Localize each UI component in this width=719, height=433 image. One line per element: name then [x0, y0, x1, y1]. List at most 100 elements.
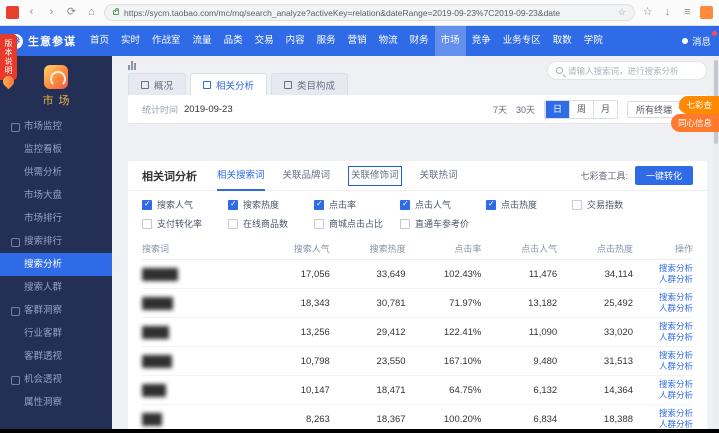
nav-item[interactable]: 品类 — [218, 26, 249, 56]
download-icon[interactable]: ↓ — [660, 5, 675, 20]
sidebar-item[interactable]: 供需分析 — [0, 161, 112, 184]
sidebar-item[interactable]: 客群透视 — [0, 345, 112, 368]
nav-item[interactable]: 首页 — [84, 26, 115, 56]
click-rate-value: 100.20% — [406, 414, 482, 425]
nav-item[interactable]: 物流 — [373, 26, 404, 56]
messages-button[interactable]: 消息 — [682, 34, 711, 48]
sidebar-item[interactable]: 搜索分析 — [0, 253, 112, 276]
checkbox-icon[interactable] — [228, 200, 238, 210]
word-tab[interactable]: 关联修饰词 — [348, 166, 402, 186]
nav-item[interactable]: 财务 — [404, 26, 435, 56]
brand[interactable]: 参 生意参谋 — [8, 33, 76, 49]
metric-checkbox[interactable]: 点击热度 — [486, 198, 572, 211]
metric-checkbox[interactable]: 搜索人气 — [142, 198, 228, 211]
sidebar-item[interactable]: 搜索人群 — [0, 276, 112, 299]
metric-checkbox[interactable]: 点击率 — [314, 198, 400, 211]
word-tab[interactable]: 相关搜索词 — [217, 161, 265, 191]
metric-checkbox[interactable]: 在线商品数 — [228, 217, 314, 230]
page-tab[interactable]: 类目构成 — [271, 73, 348, 95]
range-7d[interactable]: 7天 — [493, 103, 507, 116]
search-analysis-link[interactable]: 搜索分析 — [633, 263, 693, 274]
sidebar-item[interactable]: 搜索排行 — [0, 230, 112, 253]
back-icon[interactable]: ‹ — [24, 5, 39, 20]
bookmark-star-icon[interactable]: ☆ — [618, 7, 626, 18]
one-click-convert-button[interactable]: 一键转化 — [635, 166, 693, 185]
nav-item[interactable]: 流量 — [187, 26, 218, 56]
stat-date[interactable]: 2019-09-23 — [184, 104, 233, 115]
metric-checkbox[interactable]: 交易指数 — [572, 198, 658, 211]
nav-item[interactable]: 业务专区 — [497, 26, 547, 56]
col-search-popularity[interactable]: 搜索人气 — [254, 242, 330, 255]
checkbox-icon[interactable] — [486, 200, 496, 210]
version-note-tag[interactable]: 版本说明 — [0, 34, 17, 80]
metric-checkbox[interactable]: 商城点击占比 — [314, 217, 400, 230]
checkbox-icon[interactable] — [314, 219, 324, 229]
metric-checkbox[interactable]: 搜索热度 — [228, 198, 314, 211]
crowd-analysis-link[interactable]: 人群分析 — [633, 361, 693, 372]
nav-item[interactable]: 交易 — [249, 26, 280, 56]
word-tab[interactable]: 关联热词 — [420, 161, 458, 191]
checkbox-icon[interactable] — [142, 200, 152, 210]
nav-item[interactable]: 营销 — [342, 26, 373, 56]
menu-icon[interactable]: ≡ — [680, 5, 695, 20]
sidebar-item[interactable]: 机会透视 — [0, 368, 112, 391]
crowd-analysis-link[interactable]: 人群分析 — [633, 390, 693, 401]
qicaicha-plugin-tag[interactable]: 七彩查 — [679, 96, 719, 114]
nav-item[interactable]: 竞争 — [466, 26, 497, 56]
nav-item[interactable]: 实时 — [115, 26, 146, 56]
search-analysis-link[interactable]: 搜索分析 — [633, 379, 693, 390]
search-analysis-link[interactable]: 搜索分析 — [633, 321, 693, 332]
nav-item[interactable]: 内容 — [280, 26, 311, 56]
checkbox-icon[interactable] — [228, 219, 238, 229]
granularity-button[interactable]: 周 — [569, 101, 593, 118]
col-search-heat[interactable]: 搜索热度 — [330, 242, 406, 255]
sidebar-item[interactable]: 市场大盘 — [0, 184, 112, 207]
search-input[interactable] — [568, 66, 698, 76]
tongxin-info-plugin-tag[interactable]: 同心信息 — [671, 114, 719, 132]
search-analysis-link[interactable]: 搜索分析 — [633, 408, 693, 419]
col-search-term[interactable]: 搜索词 — [142, 242, 254, 255]
forward-icon[interactable]: › — [44, 5, 59, 20]
col-click-heat[interactable]: 点击热度 — [557, 242, 633, 255]
nav-item[interactable]: 作战室 — [146, 26, 187, 56]
sidebar-item[interactable]: 市场监控 — [0, 115, 112, 138]
refresh-icon[interactable]: ⟳ — [64, 5, 79, 20]
home-icon[interactable]: ⌂ — [84, 5, 99, 20]
metric-checkbox[interactable]: 点击人气 — [400, 198, 486, 211]
metric-checkbox[interactable]: 直通车参考价 — [400, 217, 486, 230]
search-box[interactable] — [547, 61, 707, 80]
sidebar-item[interactable]: 客群洞察 — [0, 299, 112, 322]
word-tab[interactable]: 关联品牌词 — [283, 161, 331, 191]
col-click-rate[interactable]: 点击率 — [406, 242, 482, 255]
page-tab[interactable]: 相关分析 — [190, 73, 267, 95]
extension-icon[interactable] — [700, 6, 713, 19]
range-30d[interactable]: 30天 — [516, 103, 535, 116]
granularity-button[interactable]: 月 — [593, 101, 617, 118]
checkbox-icon[interactable] — [314, 200, 324, 210]
url-text[interactable]: https://sycm.taobao.com/mc/mq/search_ana… — [124, 8, 613, 18]
checkbox-icon[interactable] — [142, 219, 152, 229]
sidebar-item[interactable]: 行业客群 — [0, 322, 112, 345]
nav-item[interactable]: 市场 — [435, 26, 466, 56]
search-analysis-link[interactable]: 搜索分析 — [633, 292, 693, 303]
col-click-popularity[interactable]: 点击人气 — [481, 242, 557, 255]
nav-item[interactable]: 学院 — [578, 26, 609, 56]
nav-item[interactable]: 服务 — [311, 26, 342, 56]
sidebar-item[interactable]: 监控看板 — [0, 138, 112, 161]
crowd-analysis-link[interactable]: 人群分析 — [633, 332, 693, 343]
metric-checkbox[interactable]: 支付转化率 — [142, 217, 228, 230]
crowd-analysis-link[interactable]: 人群分析 — [633, 274, 693, 285]
granularity-button[interactable]: 日 — [545, 101, 569, 118]
crowd-analysis-link[interactable]: 人群分析 — [633, 419, 693, 429]
crowd-analysis-link[interactable]: 人群分析 — [633, 303, 693, 314]
address-bar[interactable]: https://sycm.taobao.com/mc/mq/search_ana… — [104, 4, 635, 21]
search-analysis-link[interactable]: 搜索分析 — [633, 350, 693, 361]
checkbox-icon[interactable] — [572, 200, 582, 210]
favorites-icon[interactable]: ☆ — [640, 5, 655, 20]
checkbox-icon[interactable] — [400, 219, 410, 229]
nav-item[interactable]: 取数 — [547, 26, 578, 56]
checkbox-icon[interactable] — [400, 200, 410, 210]
sidebar-item[interactable]: 市场排行 — [0, 207, 112, 230]
page-tab[interactable]: 概况 — [128, 73, 186, 95]
sidebar-item[interactable]: 属性洞察 — [0, 391, 112, 414]
